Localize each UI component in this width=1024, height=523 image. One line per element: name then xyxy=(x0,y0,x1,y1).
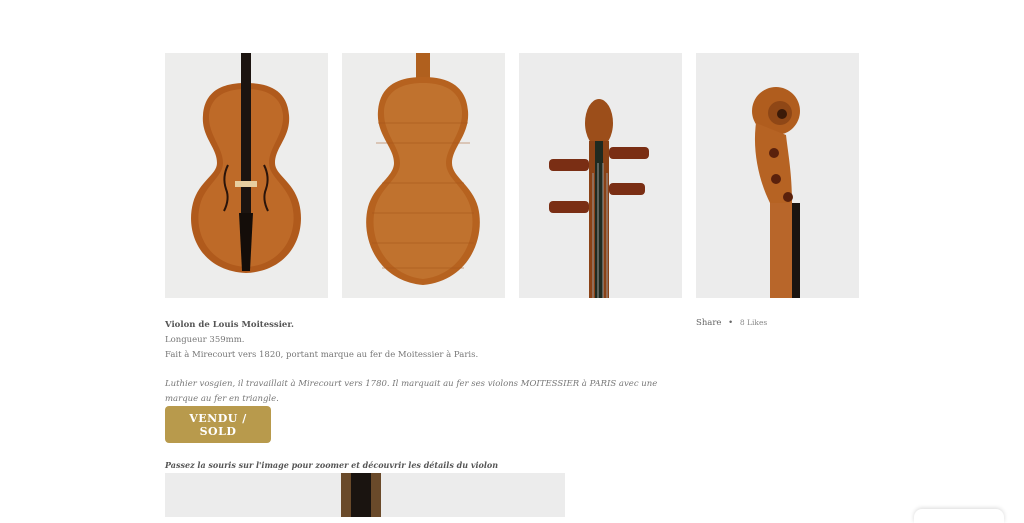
violin-front-photo[interactable] xyxy=(165,53,328,298)
product-origin: Fait à Mirecourt vers 1820, portant marq… xyxy=(165,350,479,360)
violin-scroll-side-photo[interactable] xyxy=(696,53,859,298)
product-length: Longueur 359mm. xyxy=(165,335,245,345)
share-bar: Share • 8 Likes xyxy=(696,318,767,328)
chat-widget-tab[interactable] xyxy=(914,509,1004,523)
sold-button[interactable]: VENDU / SOLD xyxy=(165,406,271,443)
zoomable-violin-image[interactable] xyxy=(165,473,565,517)
violin-back-photo[interactable] xyxy=(342,53,505,298)
share-link[interactable]: Share xyxy=(696,318,721,328)
product-title: Violon de Louis Moitessier. xyxy=(165,320,294,330)
likes-counter[interactable]: 8 Likes xyxy=(740,318,767,327)
share-separator: • xyxy=(728,318,734,328)
violin-scroll-front-photo[interactable] xyxy=(519,53,682,298)
zoom-hint: Passez la souris sur l'image pour zoomer… xyxy=(165,460,499,470)
luthier-note: Luthier vosgien, il travaillait à Mireco… xyxy=(165,379,658,404)
product-description: Violon de Louis Moitessier. Longueur 359… xyxy=(165,318,685,407)
image-gallery xyxy=(165,53,859,298)
